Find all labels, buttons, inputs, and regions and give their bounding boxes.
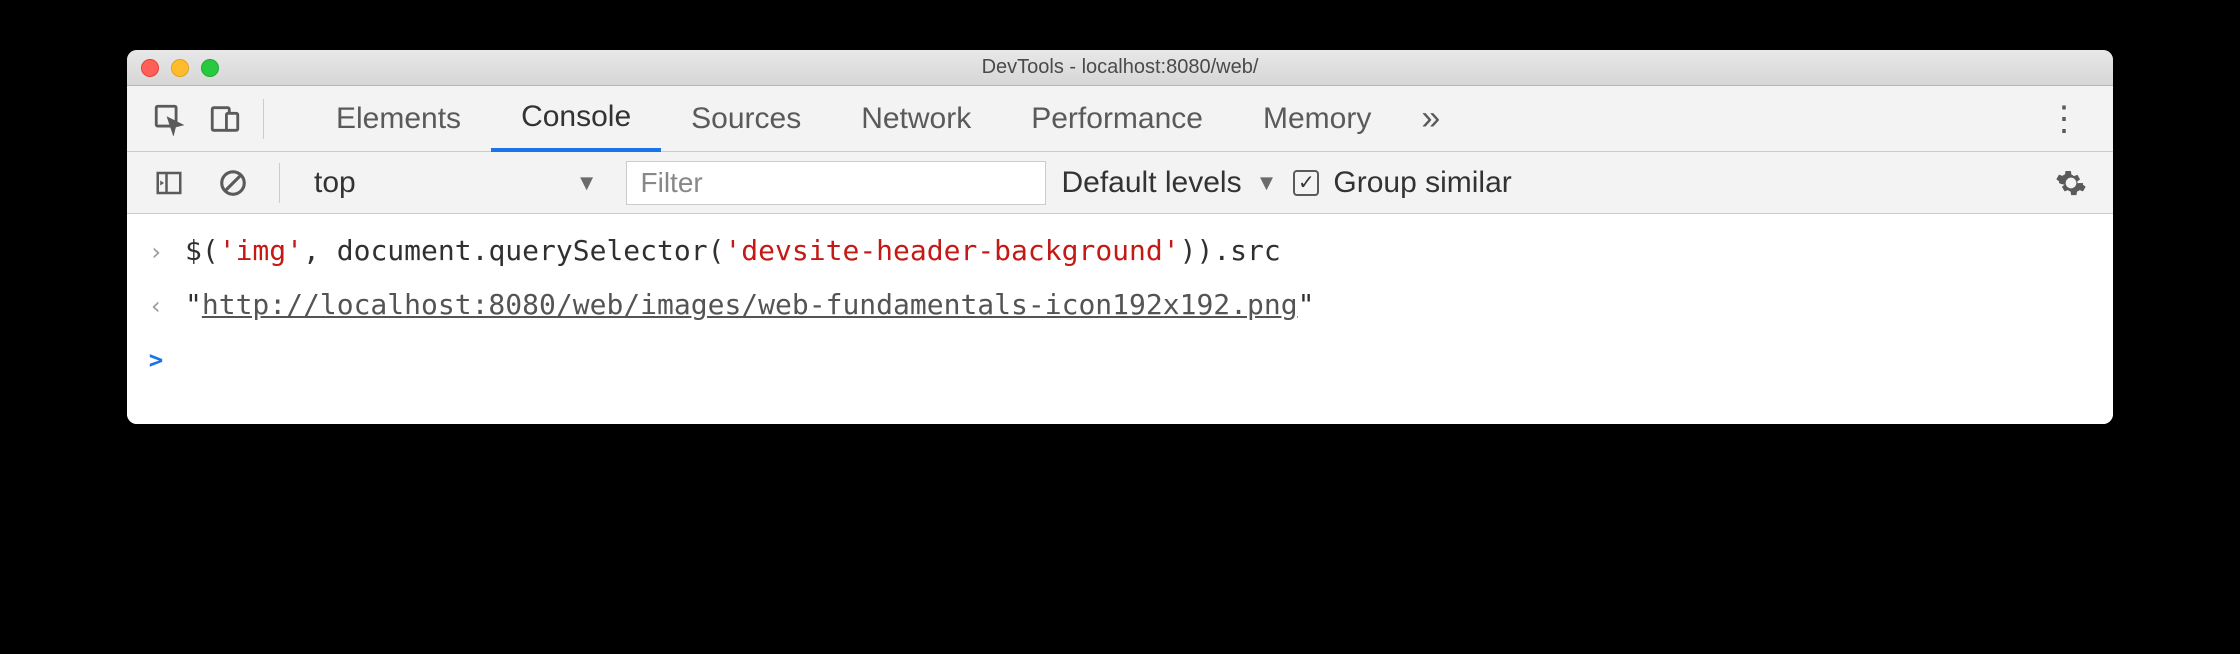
group-similar-label: Group similar xyxy=(1333,166,1511,200)
clear-console-icon[interactable] xyxy=(209,159,257,207)
chevron-down-icon: ▼ xyxy=(1256,170,1278,196)
window-title: DevTools - localhost:8080/web/ xyxy=(127,56,2113,79)
devtools-window: DevTools - localhost:8080/web/ Elements … xyxy=(127,50,2113,424)
console-toolbar: top ▼ Default levels ▼ ✓ Group similar xyxy=(127,152,2113,214)
console-input-row: › $('img', document.querySelector('devsi… xyxy=(127,224,2113,278)
prompt-chevron-icon: > xyxy=(145,338,167,378)
more-tabs-icon[interactable]: » xyxy=(1401,99,1454,138)
divider xyxy=(263,99,264,139)
divider xyxy=(279,163,280,203)
group-similar-toggle[interactable]: ✓ Group similar xyxy=(1293,166,1511,200)
device-toggle-icon[interactable] xyxy=(201,95,249,143)
chevron-down-icon: ▼ xyxy=(576,170,598,196)
tab-console[interactable]: Console xyxy=(491,86,661,152)
tab-memory[interactable]: Memory xyxy=(1233,86,1401,152)
sidebar-toggle-icon[interactable] xyxy=(145,159,193,207)
log-levels-selector[interactable]: Default levels ▼ xyxy=(1062,166,1278,200)
console-output-value[interactable]: "http://localhost:8080/web/images/web-fu… xyxy=(185,284,1314,326)
kebab-menu-icon[interactable]: ⋮ xyxy=(2033,99,2095,139)
tab-network[interactable]: Network xyxy=(831,86,1001,152)
context-value: top xyxy=(314,166,356,200)
tab-elements[interactable]: Elements xyxy=(306,86,491,152)
filter-input[interactable] xyxy=(626,161,1046,205)
checkbox-icon: ✓ xyxy=(1293,170,1319,196)
gear-icon[interactable] xyxy=(2047,159,2095,207)
console-output-row: ‹ "http://localhost:8080/web/images/web-… xyxy=(127,278,2113,332)
levels-label: Default levels xyxy=(1062,166,1242,200)
input-chevron-icon: › xyxy=(145,230,167,270)
console-input-code[interactable]: $('img', document.querySelector('devsite… xyxy=(185,230,1281,272)
tabbar: Elements Console Sources Network Perform… xyxy=(127,86,2113,152)
panel-tabs: Elements Console Sources Network Perform… xyxy=(306,86,2025,152)
console-output: › $('img', document.querySelector('devsi… xyxy=(127,214,2113,424)
tab-sources[interactable]: Sources xyxy=(661,86,831,152)
titlebar: DevTools - localhost:8080/web/ xyxy=(127,50,2113,86)
console-prompt-row[interactable]: > xyxy=(127,332,2113,384)
inspect-icon[interactable] xyxy=(145,95,193,143)
output-chevron-icon: ‹ xyxy=(145,284,167,324)
tab-performance[interactable]: Performance xyxy=(1001,86,1233,152)
context-selector[interactable]: top ▼ xyxy=(302,166,610,200)
